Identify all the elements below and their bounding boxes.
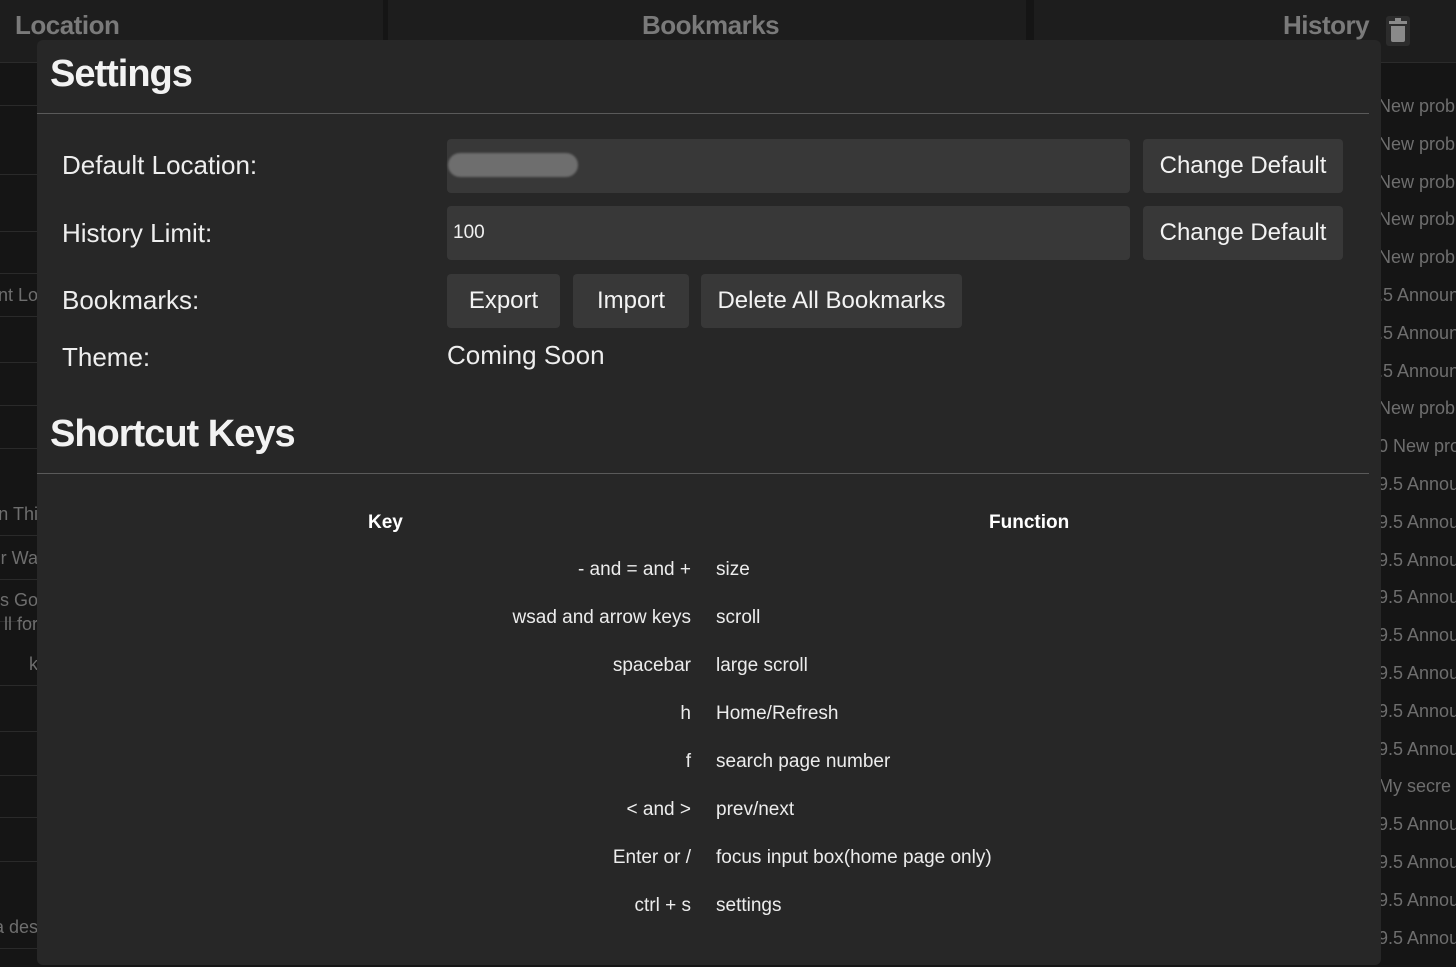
import-bookmarks-button[interactable]: Import: [573, 274, 689, 328]
change-default-location-button[interactable]: Change Default: [1143, 139, 1343, 193]
location-list-item[interactable]: [0, 320, 38, 363]
location-list-item[interactable]: [0, 819, 38, 862]
shortcut-function: large scroll: [716, 655, 808, 676]
shortcut-function: scroll: [716, 607, 761, 628]
history-column-title: History: [1283, 10, 1370, 40]
function-column-header: Function: [989, 512, 1070, 533]
settings-divider: [37, 113, 1369, 114]
history-list-item[interactable]: 9.5 Annou: [1378, 693, 1456, 731]
shortcut-key: Enter or /: [612, 847, 691, 868]
history-list-item[interactable]: 9.5 Annou: [1378, 882, 1456, 920]
history-list-item[interactable]: 9.5 Annou: [1378, 920, 1456, 958]
history-list-item[interactable]: My secre: [1378, 768, 1456, 806]
bookmarks-label: Bookmarks:: [62, 285, 200, 315]
history-list-item[interactable]: New prob: [1378, 126, 1456, 164]
shortcut-key: h: [680, 703, 691, 724]
default-location-label: Default Location:: [62, 150, 258, 180]
shortcut-key: f: [685, 751, 691, 772]
history-list-item[interactable]: 0 New pro: [1378, 428, 1456, 466]
history-limit-label: History Limit:: [62, 218, 213, 248]
key-column-header: Key: [368, 512, 403, 533]
history-list-item[interactable]: New prob: [1378, 164, 1456, 202]
location-list-item[interactable]: [0, 63, 38, 106]
history-list-item[interactable]: 9.5 Annou: [1378, 542, 1456, 580]
location-list-item[interactable]: er Wa: [0, 537, 38, 580]
location-list-item[interactable]: [0, 132, 38, 175]
location-list-item[interactable]: [0, 189, 38, 232]
bookmarks-column-title: Bookmarks: [642, 10, 780, 40]
shortcut-key: wsad and arrow keys: [512, 607, 691, 628]
shortcut-function: focus input box(home page only): [716, 847, 992, 868]
shortcut-function: prev/next: [716, 799, 795, 820]
shortcut-function: search page number: [716, 751, 891, 772]
history-list-item[interactable]: New prob: [1378, 239, 1456, 277]
location-list-item[interactable]: ent Lo: [0, 274, 38, 317]
export-bookmarks-button[interactable]: Export: [447, 274, 560, 328]
history-list: New prob New prob New prob New prob New …: [1378, 88, 1456, 967]
history-list-item[interactable]: 9.5 Annou: [1378, 806, 1456, 844]
history-list-item[interactable]: 9.5 Annou: [1378, 844, 1456, 882]
history-limit-input[interactable]: [447, 206, 1130, 260]
location-list-item[interactable]: [0, 406, 38, 449]
location-list-item[interactable]: ll for: [0, 603, 38, 645]
location-list: ent Lo n Thi er Wa s Go ll for k a des: [0, 63, 38, 967]
shortcut-function: size: [716, 559, 750, 580]
shortcut-divider: [37, 473, 1369, 474]
location-list-item[interactable]: [0, 733, 38, 776]
history-list-item[interactable]: New prob: [1378, 390, 1456, 428]
shortcut-key: - and = and +: [577, 559, 691, 580]
history-list-item[interactable]: 9.5 Annou: [1378, 579, 1456, 617]
redacted-location-value: [448, 153, 578, 177]
delete-all-bookmarks-button[interactable]: Delete All Bookmarks: [701, 274, 962, 328]
theme-value: Coming Soon: [447, 340, 605, 370]
location-list-item[interactable]: k: [0, 643, 38, 686]
history-list-item[interactable]: 9.5 Annou: [1378, 504, 1456, 542]
shortcut-function: settings: [716, 895, 782, 916]
trash-icon[interactable]: [1386, 16, 1410, 46]
history-list-item[interactable]: 9.5 Annou: [1378, 655, 1456, 693]
shortcut-key: spacebar: [612, 655, 691, 676]
location-list-item[interactable]: [0, 231, 38, 274]
location-list-item[interactable]: a des: [0, 906, 38, 949]
shortcut-function: Home/Refresh: [716, 703, 839, 724]
theme-label: Theme:: [62, 342, 151, 372]
location-column-title: Location: [15, 10, 120, 40]
history-list-item[interactable]: .5 Announ: [1378, 353, 1456, 391]
history-list-item[interactable]: .5 Announ: [1378, 315, 1456, 353]
shortcut-keys-title: Shortcut Keys: [50, 413, 296, 455]
settings-title: Settings: [50, 53, 193, 95]
shortcut-key: ctrl + s: [634, 895, 691, 916]
history-list-item[interactable]: 9.5 Annou: [1378, 617, 1456, 655]
shortcut-key: < and >: [626, 799, 691, 820]
location-list-item[interactable]: [0, 775, 38, 818]
history-list-item[interactable]: 9.5 Annou: [1378, 731, 1456, 769]
history-list-item[interactable]: 9.5 Annou: [1378, 466, 1456, 504]
change-default-history-button[interactable]: Change Default: [1143, 206, 1343, 260]
location-list-item[interactable]: [0, 689, 38, 732]
history-list-item[interactable]: New prob: [1378, 201, 1456, 239]
history-list-item[interactable]: New prob: [1378, 88, 1456, 126]
settings-modal: Settings Default Location: Change Defaul…: [37, 40, 1381, 965]
location-list-item[interactable]: [0, 363, 38, 406]
location-list-item[interactable]: n Thi: [0, 493, 38, 536]
history-list-item[interactable]: .5 Announ: [1378, 277, 1456, 315]
